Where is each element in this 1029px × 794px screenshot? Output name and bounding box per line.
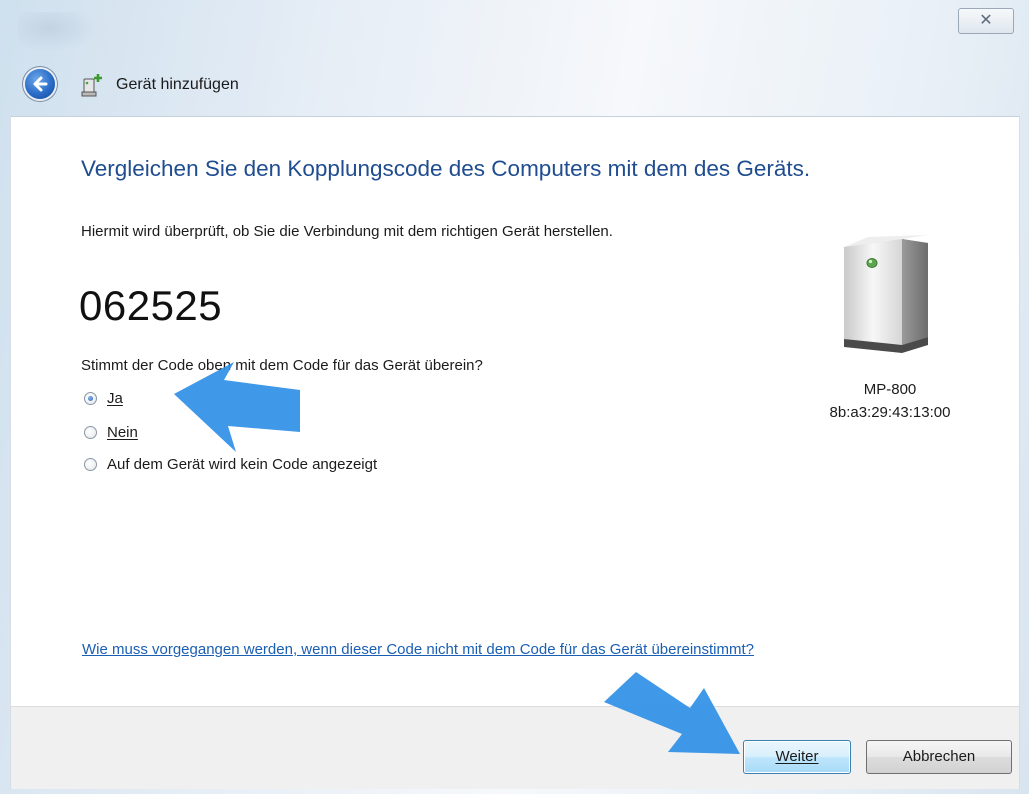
window-title: Gerät hinzufügen [116, 76, 239, 93]
device-tower-icon [844, 235, 928, 353]
annotation-arrow-icon [604, 672, 740, 754]
next-button[interactable]: Weiter [743, 740, 851, 774]
radio-label: Auf dem Gerät wird kein Code angezeigt [107, 456, 378, 473]
blurred-window-caption [18, 12, 98, 52]
annotation-arrow-icon [174, 362, 300, 452]
help-link[interactable]: Wie muss vorgegangen werden, wenn dieser… [82, 641, 754, 658]
back-arrow-icon [33, 76, 48, 92]
radio-button[interactable] [84, 426, 97, 439]
radio-label: Ja [107, 390, 123, 407]
description-text: Hiermit wird überprüft, ob Sie die Verbi… [81, 223, 613, 240]
back-button[interactable] [25, 69, 55, 99]
next-button-label: Weiter [775, 748, 819, 765]
add-device-window: ✕ Gerät hinzufügen Vergleichen Sie den K… [0, 0, 1029, 794]
radio-label: Nein [107, 424, 138, 441]
radio-button-checked[interactable] [84, 392, 97, 405]
radio-ja[interactable]: Ja [84, 390, 123, 407]
device-name: MP-800 [863, 381, 917, 398]
cancel-button-label: Abbrechen [902, 748, 976, 765]
pairing-code: 062525 [79, 282, 223, 329]
radio-no-code[interactable]: Auf dem Gerät wird kein Code angezeigt [84, 456, 377, 473]
close-button[interactable]: ✕ [958, 8, 1014, 34]
cancel-button[interactable]: Abbrechen [866, 740, 1012, 774]
page-heading: Vergleichen Sie den Kopplungscode des Co… [81, 156, 811, 181]
device-address: 8b:a3:29:43:13:00 [829, 404, 951, 421]
radio-nein[interactable]: Nein [84, 424, 138, 441]
add-device-icon [81, 74, 102, 97]
radio-button[interactable] [84, 458, 97, 471]
